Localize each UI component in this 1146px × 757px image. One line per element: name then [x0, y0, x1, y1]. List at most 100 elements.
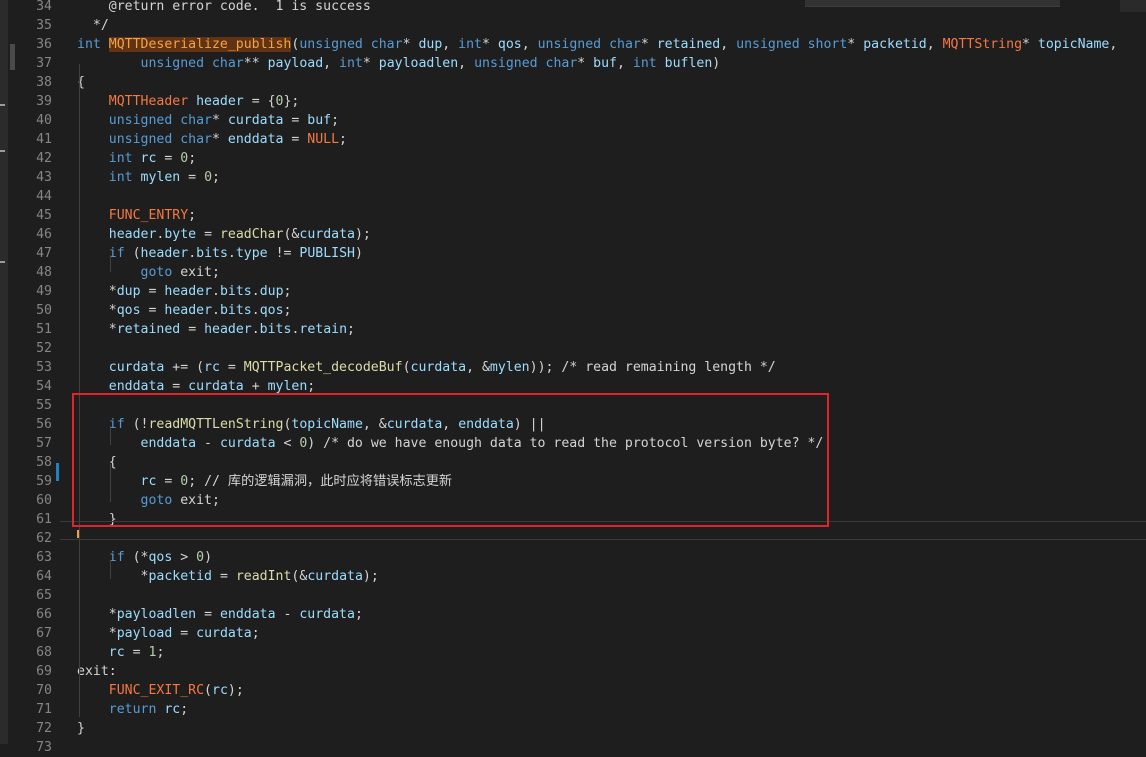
code-line[interactable]: 64 *packetid = readInt(&curdata); [0, 567, 1146, 586]
code-line[interactable]: 35 */ [0, 16, 1146, 35]
code-text: goto exit; [77, 263, 220, 282]
code-line[interactable]: 52 [0, 339, 1146, 358]
line-number: 58 [36, 455, 52, 470]
code-token: FUNC_ENTRY [108, 208, 189, 223]
code-token: ) [204, 550, 213, 565]
code-token: mylen [140, 170, 181, 185]
code-token: type [235, 246, 268, 261]
line-number: 70 [36, 683, 52, 698]
code-line[interactable]: 71 return rc; [0, 700, 1146, 719]
code-token: */ [77, 18, 109, 33]
code-token: ; [156, 645, 165, 660]
code-token: bits [196, 246, 228, 261]
code-token: ( [132, 246, 141, 261]
code-line[interactable]: 37 unsigned char** payload, int* payload… [0, 54, 1146, 73]
code-token: * [362, 56, 379, 71]
code-token: qos [259, 303, 284, 318]
code-token: = { [243, 94, 276, 109]
code-token: topicName [1037, 37, 1110, 52]
code-token: packetid [863, 37, 927, 52]
line-number: 41 [36, 132, 52, 147]
code-token: = [124, 645, 149, 660]
indent-guide [110, 560, 111, 579]
code-token: , [720, 37, 737, 52]
code-line[interactable]: 70 FUNC_EXIT_RC(rc); [0, 681, 1146, 700]
line-number: 64 [36, 569, 52, 584]
code-token: bits [219, 303, 252, 318]
code-token: curdata [227, 113, 284, 128]
line-number: 37 [36, 56, 52, 71]
code-token: dup [116, 284, 141, 299]
code-token: ) [354, 246, 363, 261]
code-token: retained [116, 322, 181, 337]
code-line[interactable]: 49 *dup = header.bits.dup; [0, 282, 1146, 301]
code-token: curdata [196, 626, 252, 641]
code-line[interactable]: 66 *payloadlen = enddata - curdata; [0, 605, 1146, 624]
line-number: 50 [36, 303, 52, 318]
code-line[interactable]: 72} [0, 719, 1146, 738]
code-token: ; [347, 322, 355, 337]
code-line[interactable]: 53 curdata += (rc = MQTTPacket_decodeBuf… [0, 358, 1146, 377]
code-token: if [108, 246, 133, 261]
code-token: * [108, 303, 117, 318]
code-line[interactable]: 51 *retained = header.bits.retain; [0, 320, 1146, 339]
code-token: ); [362, 569, 379, 584]
code-line[interactable]: 42 int rc = 0; [0, 149, 1146, 168]
code-text: *payloadlen = enddata - curdata; [77, 605, 363, 624]
code-token: ( [402, 360, 411, 375]
code-token: mylen [267, 379, 308, 394]
code-token: dup [418, 37, 443, 52]
code-token: int [77, 37, 109, 52]
line-number: 52 [36, 341, 52, 356]
code-line[interactable]: 34 @return error code. 1 is success [0, 0, 1146, 16]
code-text: MQTTHeader header = {0}; [77, 92, 300, 111]
code-line[interactable]: 50 *qos = header.bits.qos; [0, 301, 1146, 320]
code-line[interactable]: 45 FUNC_ENTRY; [0, 206, 1146, 225]
code-line[interactable]: 69 exit: [0, 662, 1146, 681]
line-number: 62 [36, 531, 52, 546]
code-line[interactable]: 47 if (header.bits.type != PUBLISH) [0, 244, 1146, 263]
code-line[interactable]: 63 if (*qos > 0) [0, 548, 1146, 567]
code-token: bits [219, 284, 252, 299]
line-number: 45 [36, 208, 52, 223]
code-line[interactable]: 73 [0, 738, 1146, 757]
line-number: 39 [36, 94, 52, 109]
code-token: mylen [489, 360, 530, 375]
code-editor[interactable]: 34 @return error code. 1 is success 35 */… [0, 0, 1146, 755]
code-token: qos [116, 303, 141, 318]
code-line[interactable]: 67 *payload = curdata; [0, 624, 1146, 643]
code-token: curdata [410, 360, 467, 375]
code-token: ; [331, 113, 340, 128]
code-token: )); /* read remaining length */ [529, 360, 776, 375]
code-text: header.byte = readChar(&curdata); [77, 225, 371, 244]
code-line[interactable]: 39 MQTTHeader header = {0}; [0, 92, 1146, 111]
code-line[interactable]: 68 rc = 1; [0, 643, 1146, 662]
code-line[interactable]: 46 header.byte = readChar(&curdata); [0, 225, 1146, 244]
code-line[interactable]: 38{ [0, 73, 1146, 92]
code-token: ; [354, 607, 363, 622]
line-number: 42 [36, 151, 52, 166]
code-token: (& [291, 569, 308, 584]
line-number: 44 [36, 189, 52, 204]
code-line[interactable]: 65 [0, 586, 1146, 605]
code-line[interactable]: 43 int mylen = 0; [0, 168, 1146, 187]
code-text: @return error code. 1 is success [77, 0, 371, 16]
code-token: retained [656, 37, 721, 52]
code-token: header [164, 303, 213, 318]
code-line[interactable]: 41 unsigned char* enddata = NULL; [0, 130, 1146, 149]
code-token: rc [164, 702, 181, 717]
code-line[interactable]: 44 [0, 187, 1146, 206]
code-line[interactable]: 36 int MQTTDeserialize_publish(unsigned c… [0, 35, 1146, 54]
code-token: ( [204, 683, 212, 698]
code-token: = [164, 379, 189, 394]
code-token: MQTTString [942, 37, 1023, 52]
code-token: qos [148, 550, 173, 565]
code-token: = [283, 113, 308, 128]
code-token: ; [251, 626, 260, 641]
code-line[interactable]: 40 unsigned char* curdata = buf; [0, 111, 1146, 130]
code-token: payload [267, 56, 324, 71]
code-line[interactable]: 48 goto exit; [0, 263, 1146, 282]
